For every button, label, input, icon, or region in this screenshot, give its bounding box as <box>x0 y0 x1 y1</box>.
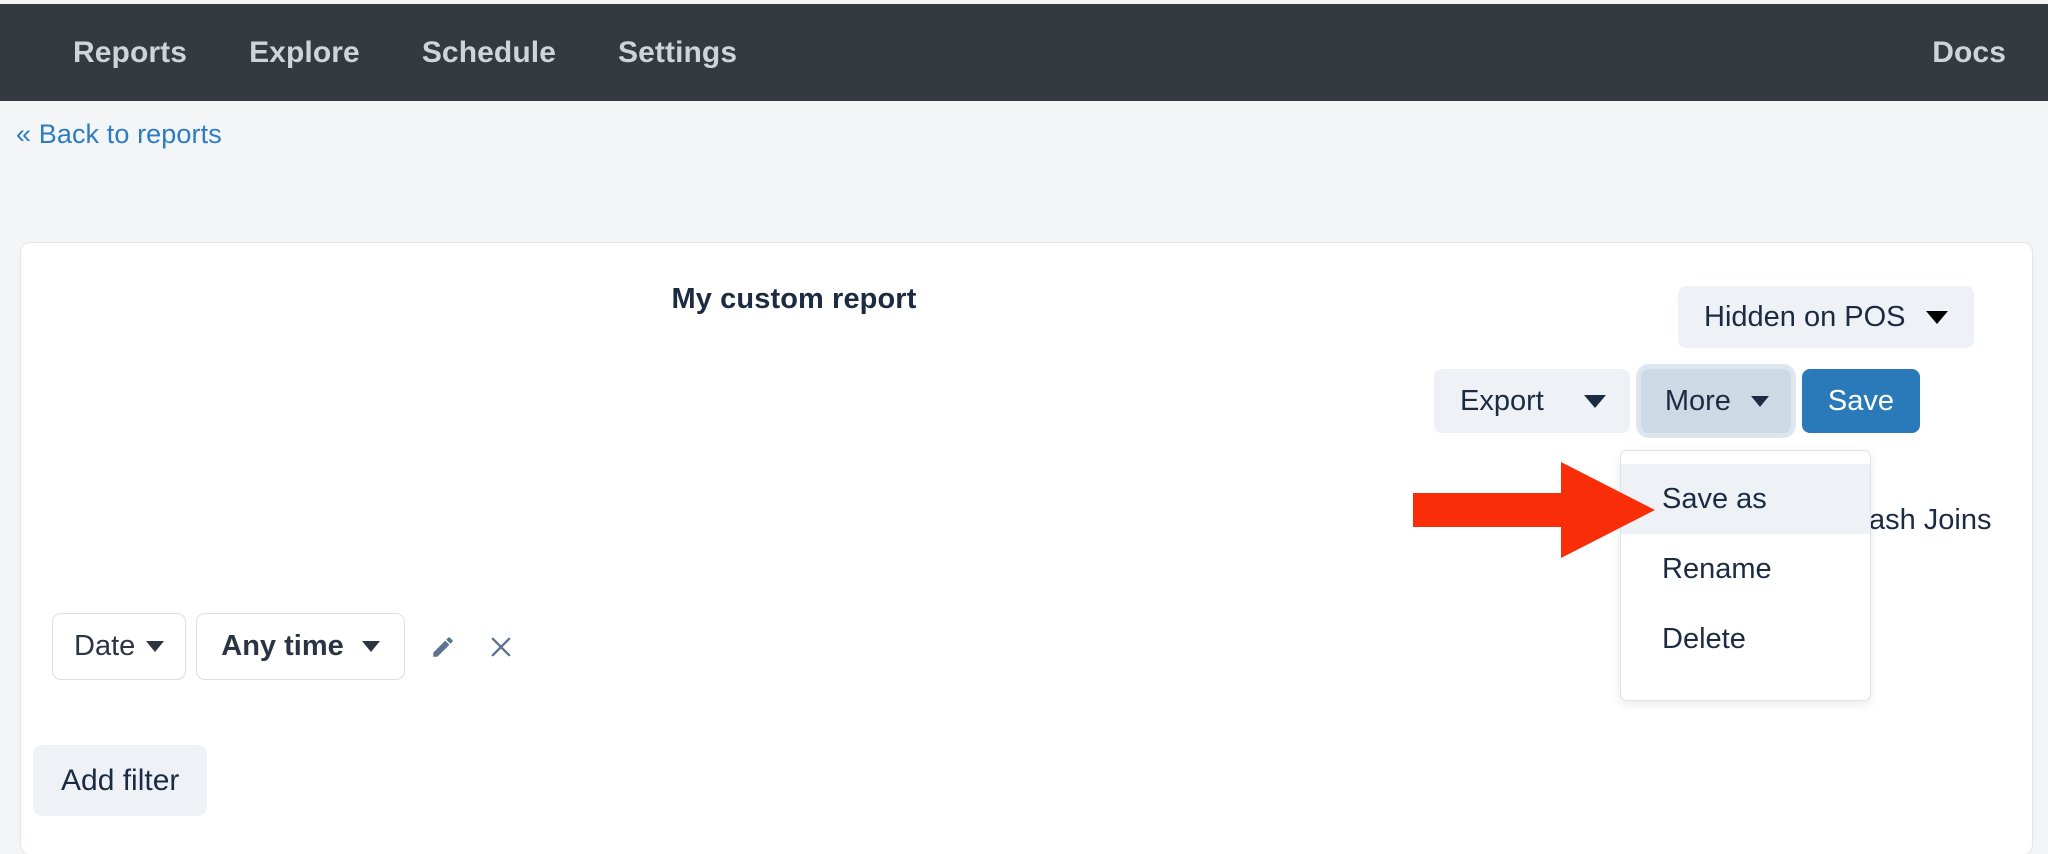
navbar-primary-links: Reports Explore Schedule Settings <box>42 36 768 70</box>
chevron-down-icon <box>1583 394 1606 408</box>
chevron-down-icon <box>1750 395 1769 407</box>
filter-value-dropdown[interactable]: Any time <box>196 613 405 680</box>
save-button[interactable]: Save <box>1801 369 1921 433</box>
pencil-icon <box>433 636 453 657</box>
report-action-toolbar: Export More Save <box>1434 369 1921 433</box>
menu-item-delete[interactable]: Delete <box>1621 604 1870 674</box>
page-title: My custom report <box>671 283 917 315</box>
chevron-down-icon <box>146 641 165 652</box>
filter-value-label: Any time <box>221 630 344 662</box>
add-filter-button[interactable]: Add filter <box>33 745 208 816</box>
close-icon <box>491 637 511 656</box>
edit-filter-button[interactable] <box>423 627 463 667</box>
filter-field-dropdown[interactable]: Date <box>52 613 187 680</box>
export-button[interactable]: Export <box>1434 369 1630 433</box>
menu-item-save-as[interactable]: Save as <box>1621 464 1870 534</box>
more-dropdown-menu: Save as Rename Delete <box>1620 450 1871 701</box>
filter-row: Date Any time <box>52 613 521 680</box>
nav-item-schedule[interactable]: Schedule <box>391 36 587 70</box>
nav-item-explore[interactable]: Explore <box>218 36 391 70</box>
nav-item-reports[interactable]: Reports <box>42 36 218 70</box>
visibility-dropdown-button[interactable]: Hidden on POS <box>1678 286 1974 348</box>
chevron-down-icon <box>1925 310 1948 324</box>
filter-field-label: Date <box>74 630 136 662</box>
menu-item-rename[interactable]: Rename <box>1621 534 1870 604</box>
back-to-reports-link[interactable]: « Back to reports <box>16 119 222 150</box>
top-navbar: Reports Explore Schedule Settings Docs <box>0 4 2048 101</box>
chevron-down-icon <box>361 641 380 652</box>
more-button[interactable]: More <box>1640 369 1791 433</box>
export-button-label: Export <box>1460 384 1544 417</box>
navbar-secondary-links: Docs <box>1901 36 2006 70</box>
nav-item-docs[interactable]: Docs <box>1901 36 2006 70</box>
remove-filter-button[interactable] <box>481 627 521 667</box>
visibility-dropdown-label: Hidden on POS <box>1704 300 1906 333</box>
more-button-label: More <box>1664 384 1731 417</box>
nav-item-settings[interactable]: Settings <box>587 36 768 70</box>
